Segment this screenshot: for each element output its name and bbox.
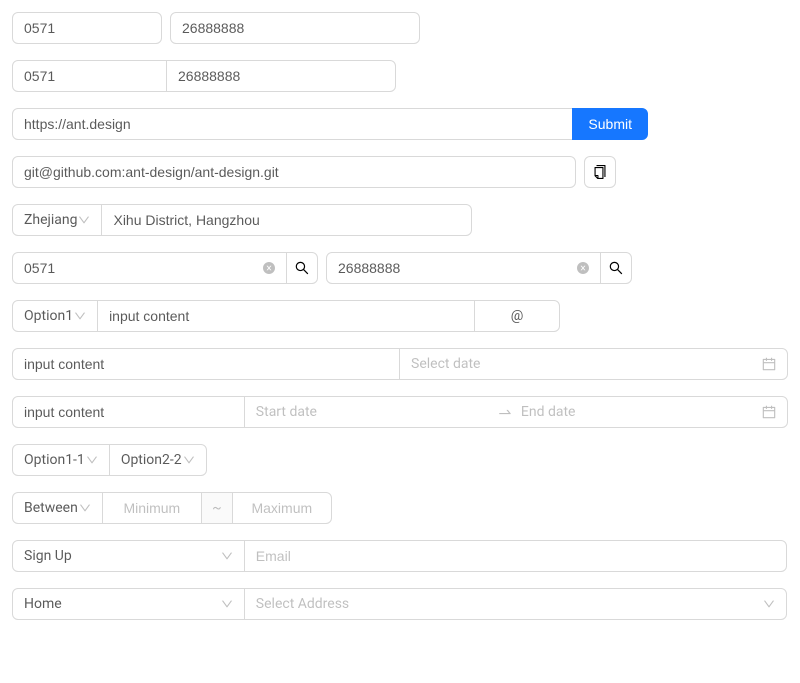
calendar-icon [762,357,776,371]
search-b-wrap[interactable] [326,252,601,284]
submit-button[interactable]: Submit [572,108,648,140]
row-url-submit: Submit [12,108,788,140]
row-input-range: Start date End date [12,396,788,428]
row-phone-spaced [12,12,788,44]
row-province-address: Zhejiang [12,204,472,236]
select-a[interactable]: Option1-1 [12,444,110,476]
search-icon [295,261,309,275]
area-code-input[interactable] [12,60,167,92]
at-addon: @ [474,300,560,332]
range-separator: ~ [201,492,233,524]
search-a-button[interactable] [286,252,318,284]
content-input[interactable] [12,348,400,380]
option1-select[interactable]: Option1 [12,300,98,332]
select-b-label: Option2-2 [121,452,182,468]
url-input[interactable] [12,108,573,140]
start-placeholder: Start date [256,404,489,420]
row-search-pair [12,252,632,284]
province-label: Zhejiang [24,212,77,228]
select-b[interactable]: Option2-2 [109,444,207,476]
search-a-wrap[interactable] [12,252,287,284]
range-picker[interactable]: Start date End date [244,396,788,428]
between-label: Between [24,500,78,516]
phone-input[interactable] [166,60,396,92]
chevron-down-icon [86,454,98,466]
row-git-copy [12,156,616,188]
option1-label: Option1 [24,308,73,324]
row-signup-email: Sign Up [12,540,788,572]
content-input[interactable] [97,300,475,332]
end-placeholder: End date [521,404,754,420]
copy-button[interactable] [584,156,616,188]
row-home-address: Home Select Address [12,588,788,620]
search-b-button[interactable] [600,252,632,284]
chevron-down-icon [221,598,233,610]
between-select[interactable]: Between [12,492,103,524]
row-phone-compact [12,60,788,92]
chevron-down-icon [763,598,775,610]
min-input[interactable] [102,492,202,524]
chevron-down-icon [183,454,195,466]
email-input[interactable] [244,540,787,572]
calendar-icon [762,405,776,419]
home-label: Home [24,596,62,612]
chevron-down-icon [221,550,233,562]
arrow-right-icon [497,404,513,420]
clear-icon[interactable] [577,262,589,274]
row-two-selects: Option1-1 Option2-2 [12,444,788,476]
chevron-down-icon [79,502,91,514]
select-a-label: Option1-1 [24,452,85,468]
chevron-down-icon [78,214,90,226]
date-picker[interactable]: Select date [399,348,788,380]
copy-icon [593,165,607,179]
search-icon [609,261,623,275]
row-between-range: Between ~ [12,492,788,524]
git-input[interactable] [12,156,576,188]
search-b-input[interactable] [338,260,577,276]
max-input[interactable] [232,492,332,524]
address-placeholder: Select Address [256,596,349,612]
row-option-input-at: Option1 @ [12,300,560,332]
clear-icon[interactable] [263,262,275,274]
province-select[interactable]: Zhejiang [12,204,102,236]
signup-select[interactable]: Sign Up [12,540,245,572]
home-select[interactable]: Home [12,588,245,620]
address-cascader[interactable]: Select Address [244,588,787,620]
chevron-down-icon [74,310,86,322]
content-input[interactable] [12,396,245,428]
search-a-input[interactable] [24,260,263,276]
address-input[interactable] [101,204,472,236]
row-input-date: Select date [12,348,788,380]
phone-input[interactable] [170,12,420,44]
signup-label: Sign Up [24,548,72,564]
date-placeholder: Select date [411,356,480,372]
area-code-input[interactable] [12,12,162,44]
